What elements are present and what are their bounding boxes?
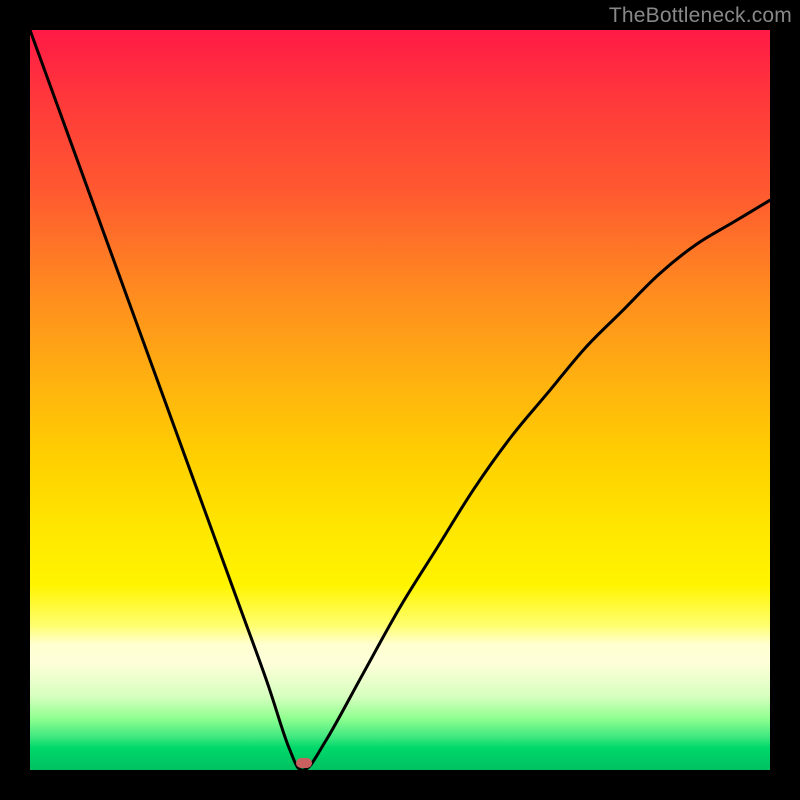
plot-area (30, 30, 770, 770)
chart-stage: TheBottleneck.com (0, 0, 800, 800)
curve-svg (30, 30, 770, 770)
watermark-text: TheBottleneck.com (609, 4, 792, 28)
bottleneck-curve (30, 30, 770, 770)
optimum-marker (296, 758, 312, 768)
